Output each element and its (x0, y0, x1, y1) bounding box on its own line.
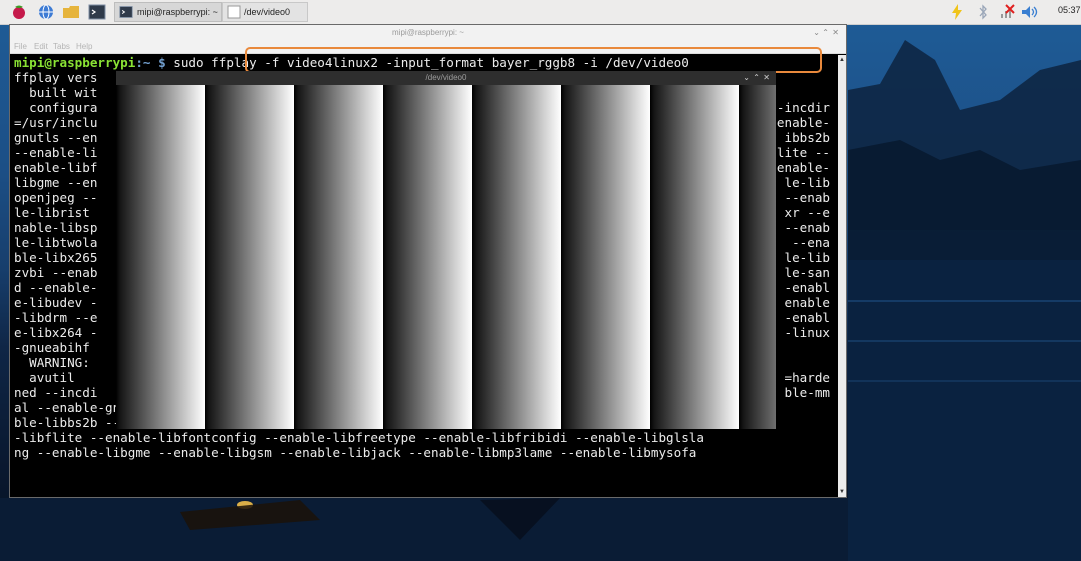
terminal-icon (119, 6, 133, 18)
terminal-line: --enab (784, 220, 831, 235)
terminal-line: --enable-li (14, 145, 98, 160)
prompt-path: :~ $ (135, 55, 174, 70)
network-disconnected-icon (1001, 4, 1015, 18)
scroll-down-arrow-icon[interactable]: ▼ (839, 489, 845, 495)
terminal-line: le-libtwola (14, 235, 98, 250)
terminal-line: d --enable- (14, 280, 98, 295)
terminal-line: WARNING: (14, 355, 98, 370)
close-icon[interactable]: ✕ (763, 71, 770, 85)
menu-tabs[interactable]: Tabs (53, 40, 70, 54)
file-manager-button[interactable] (62, 3, 80, 21)
network-status[interactable] (1000, 4, 1016, 20)
taskbar: mipi@raspberrypi: ~ /dev/video0 05:37 (0, 0, 1081, 25)
task-button-video[interactable]: /dev/video0 (222, 2, 308, 22)
minimize-icon[interactable]: ⌄ (813, 25, 820, 40)
clock[interactable]: 05:37 (1058, 5, 1081, 15)
terminal-line: le-lib (784, 250, 831, 265)
terminal-line: avutil (14, 370, 98, 385)
terminal-line: enable- (776, 115, 830, 130)
maximize-icon[interactable]: ⌃ (753, 71, 760, 85)
terminal-line: =harde (784, 370, 831, 385)
terminal-line: le-lib (784, 175, 831, 190)
command-highlight-box (245, 47, 822, 73)
terminal-line: le-librist (14, 205, 98, 220)
video-titlebar[interactable]: /dev/video0 ⌄ ⌃ ✕ (116, 71, 776, 85)
bluetooth-status[interactable] (978, 4, 988, 20)
terminal-line: ble-mm (784, 385, 831, 400)
task-button-terminal[interactable]: mipi@raspberrypi: ~ (114, 2, 222, 22)
web-browser-icon (39, 4, 53, 20)
terminal-line: ble-libx265 (14, 250, 98, 265)
terminal-line: gnutls --en (14, 130, 98, 145)
terminal-line: -libdrm --e (14, 310, 98, 325)
terminal-line: built wit (14, 85, 98, 100)
terminal-line: xr --e (784, 205, 831, 220)
video-window-icon (227, 5, 241, 19)
terminal-line: enable (784, 295, 831, 310)
terminal-line: le-san (784, 265, 831, 280)
terminal-line: enable- (776, 160, 830, 175)
terminal-line: -linux (784, 325, 831, 340)
terminal-line: -enabl (784, 310, 831, 325)
terminal-line: enable-libf (14, 160, 98, 175)
terminal-line: libgme --en (14, 175, 98, 190)
terminal-line: lite -- (776, 145, 830, 160)
maximize-icon[interactable]: ⌃ (822, 25, 829, 40)
task-label-terminal: mipi@raspberrypi: ~ (137, 7, 218, 17)
terminal-icon (88, 4, 106, 20)
menu-help[interactable]: Help (76, 40, 92, 54)
raspberry-menu-icon (13, 5, 25, 19)
file-manager-icon (63, 6, 79, 18)
terminal-line: configura (14, 100, 98, 115)
terminal-line: =/usr/inclu (14, 115, 98, 130)
terminal-scrollbar[interactable] (838, 55, 846, 497)
terminal-line: zvbi --enab (14, 265, 98, 280)
terminal-line: -incdir (776, 100, 830, 115)
terminal-line: e-libx264 - (14, 325, 98, 340)
video-window[interactable]: /dev/video0 ⌄ ⌃ ✕ (116, 71, 776, 429)
menu-file[interactable]: File (14, 40, 27, 54)
web-browser-button[interactable] (37, 3, 55, 21)
terminal-line: ibbs2b (784, 130, 831, 145)
video-frame[interactable] (116, 85, 776, 429)
volume-control[interactable] (1021, 4, 1041, 20)
terminal-line: openjpeg -- (14, 190, 98, 205)
terminal-line: -enabl (784, 280, 831, 295)
terminal-line: ng --enable-libgme --enable-libgsm --ena… (14, 445, 697, 460)
minimize-icon[interactable]: ⌄ (743, 71, 750, 85)
terminal-line: -gnueabihf (14, 340, 90, 355)
task-label-video: /dev/video0 (244, 7, 291, 17)
menu-edit[interactable]: Edit (34, 40, 48, 54)
terminal-line: --enab (784, 190, 831, 205)
close-icon[interactable]: ✕ (832, 25, 839, 40)
scroll-up-arrow-icon[interactable]: ▲ (839, 57, 845, 63)
power-status[interactable] (951, 4, 963, 20)
terminal-launcher-button[interactable] (88, 3, 106, 21)
terminal-line: e-libudev - (14, 295, 98, 310)
video-title: /dev/video0 (425, 73, 467, 82)
terminal-titlebar[interactable]: mipi@raspberrypi: ~ ⌄ ⌃ ✕ (10, 25, 846, 40)
terminal-line: -libflite --enable-libfontconfig --enabl… (14, 430, 704, 445)
terminal-line: --ena (784, 235, 830, 250)
terminal-title: mipi@raspberrypi: ~ (392, 28, 464, 37)
terminal-line: nable-libsp (14, 220, 98, 235)
prompt-user: mipi@raspberrypi (14, 55, 136, 70)
bluetooth-icon (979, 4, 987, 20)
terminal-line: ned --incdi (14, 385, 98, 400)
raspberry-menu-button[interactable] (10, 3, 28, 21)
terminal-line: ffplay vers (14, 70, 98, 85)
volume-icon (1022, 6, 1038, 18)
power-icon (952, 4, 962, 20)
